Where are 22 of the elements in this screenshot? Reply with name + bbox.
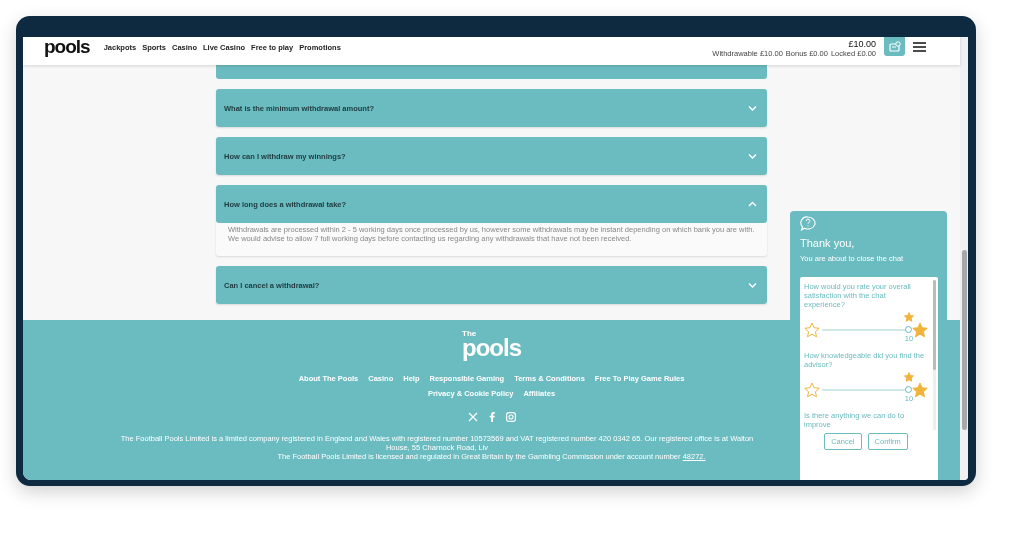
slider-thumb[interactable] [905,386,912,393]
menu-icon[interactable] [913,42,926,52]
chevron-up-icon [748,201,757,207]
star-outline-icon [804,382,820,398]
help-bubble-icon [800,216,816,231]
chevron-down-icon [748,153,757,159]
chevron-down-icon [748,282,757,288]
slider-thumb[interactable] [905,326,912,333]
accordion-panel[interactable] [216,65,767,79]
logo[interactable]: pools [44,38,90,56]
scrollbar[interactable] [933,280,936,430]
instagram-icon[interactable] [505,412,516,422]
chat-title: Thank you, [800,237,856,249]
facebook-icon[interactable] [488,412,495,422]
wallet-icon [888,41,901,52]
x-icon[interactable] [467,412,478,422]
balance-amount: £10.00 [848,39,876,49]
star-outline-icon [804,322,820,338]
wallet-button[interactable] [884,37,905,56]
scrollbar[interactable] [960,37,968,480]
footer-logo[interactable]: Thepools [462,330,521,360]
chevron-down-icon [748,105,757,111]
